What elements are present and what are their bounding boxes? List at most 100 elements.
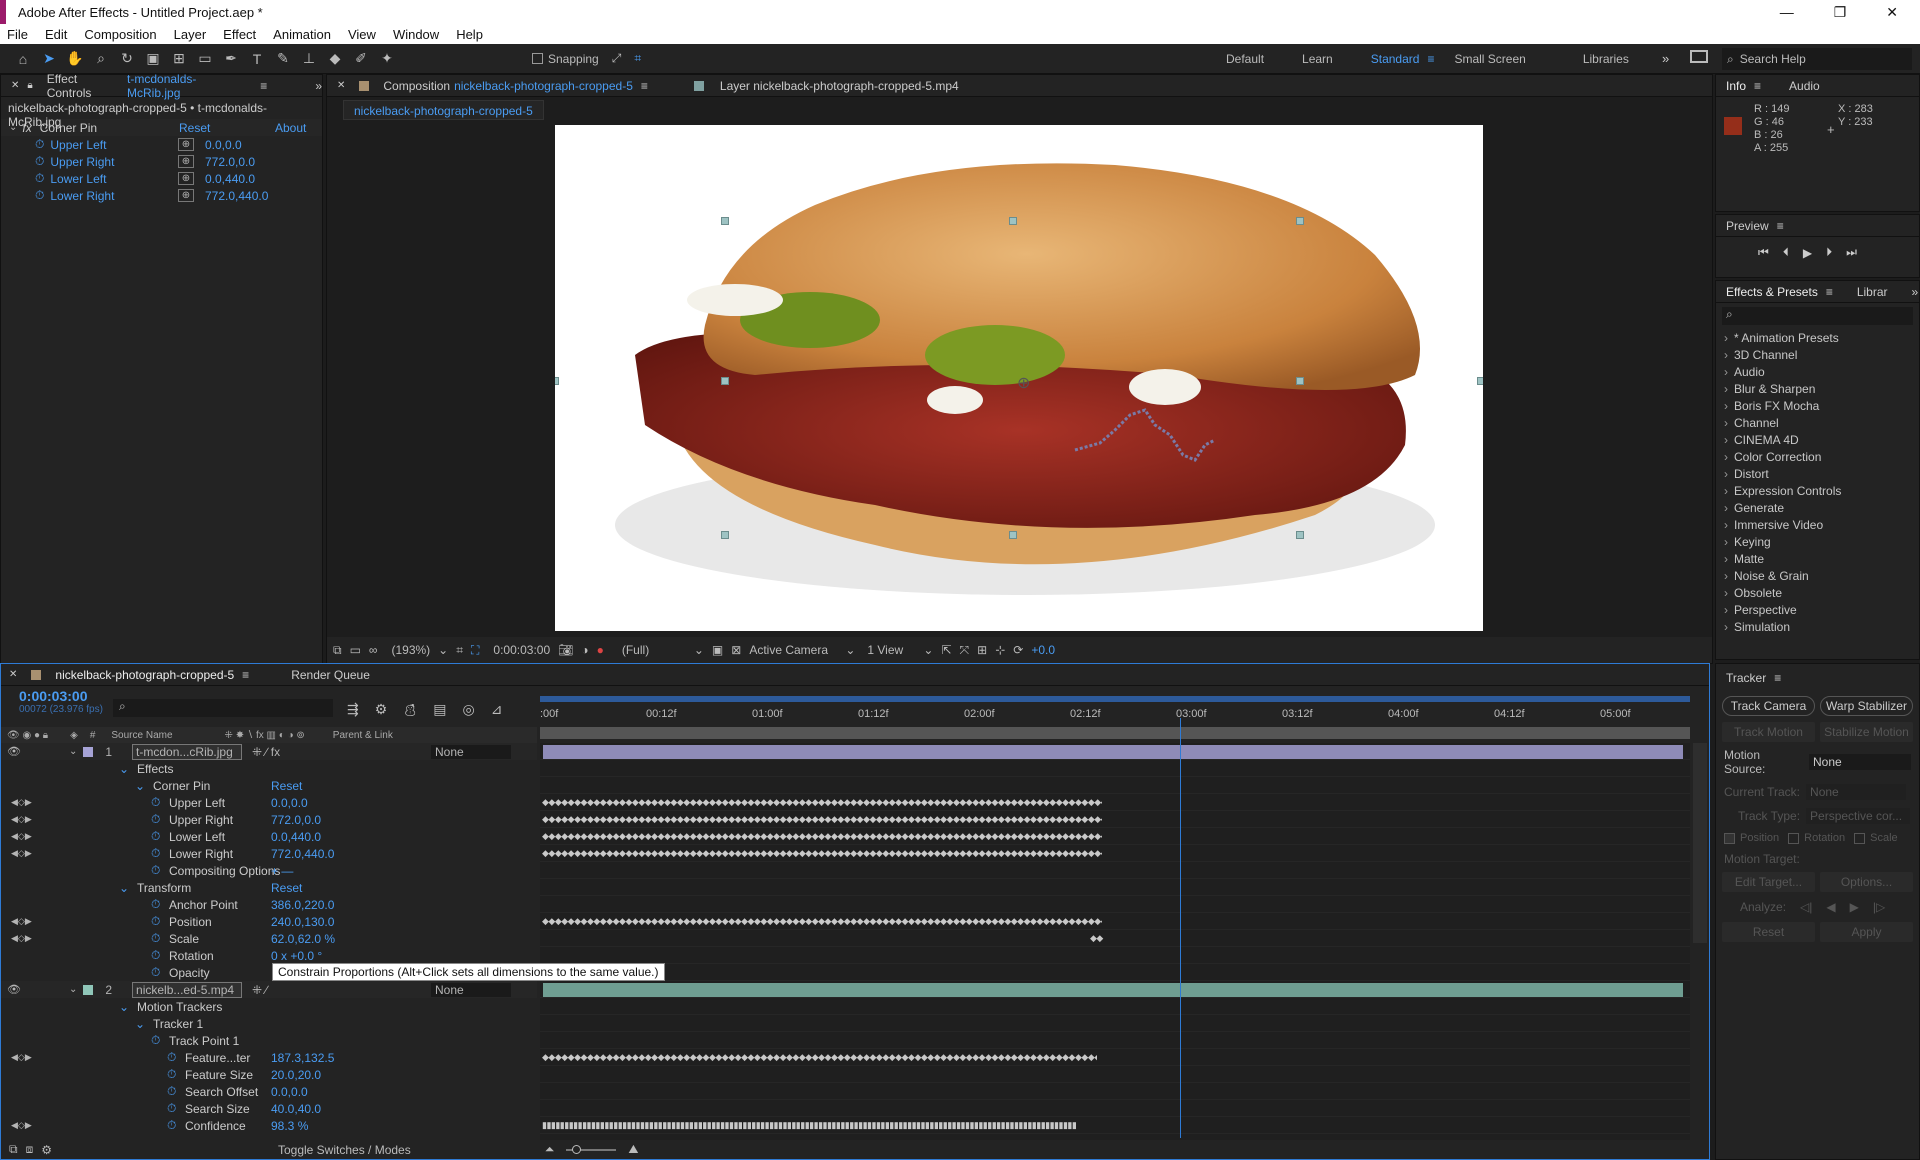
keyframe-nav-icon[interactable]: ◀◇▶ — [11, 933, 32, 944]
effects-category[interactable]: Color Correction — [1724, 448, 1919, 465]
composition-tab-label[interactable]: Composition — [383, 79, 450, 93]
keyframe-nav-icon[interactable]: ◀◇▶ — [11, 814, 32, 825]
expand-time-icon[interactable]: ⚙ — [41, 1143, 52, 1157]
effects-category[interactable]: Audio — [1724, 363, 1919, 380]
property-row[interactable]: ◀◇▶ ⏱ Position 240.0,130.0 — [1, 913, 537, 930]
effects-category[interactable]: CINEMA 4D — [1724, 431, 1919, 448]
home-icon[interactable]: ⌂ — [12, 48, 34, 70]
effect-about-button[interactable]: About — [275, 121, 306, 135]
close-icon[interactable]: ✕ — [1886, 4, 1898, 21]
effect-controls-layer-name[interactable]: t-mcdonalds-McRib.jpg — [127, 72, 246, 100]
time-ruler[interactable]: :00f 00:12f 01:00f 01:12f 02:00f 02:12f 03:00f… — [540, 694, 1690, 724]
menu-animation[interactable]: Animation — [273, 27, 331, 42]
keyframes-strip[interactable]: ◆◆◆◆◆◆◆◆◆◆◆◆◆◆◆◆◆◆◆◆◆◆◆◆◆◆◆◆◆◆◆◆◆◆◆◆◆◆◆◆… — [542, 848, 1102, 859]
effect-header-corner-pin[interactable]: ⌄ fx Corner Pin Reset About — [1, 119, 322, 136]
track-camera-button[interactable]: Track Camera — [1722, 696, 1815, 716]
effects-category[interactable]: Channel — [1724, 414, 1919, 431]
audio-tab[interactable]: Audio — [1789, 79, 1820, 93]
stopwatch-icon[interactable]: ⏱ — [151, 965, 160, 980]
property-value[interactable]: 772.0,440.0 — [271, 847, 334, 861]
tracker-reset-button[interactable]: Reset — [1722, 922, 1815, 942]
next-frame-icon[interactable]: ⏵ — [1826, 245, 1832, 260]
options-button[interactable]: Options... — [1820, 872, 1913, 892]
menu-effect[interactable]: Effect — [223, 27, 256, 42]
time-navigator[interactable] — [540, 727, 1690, 739]
stopwatch-icon[interactable]: ⏱ — [167, 1101, 176, 1116]
property-row[interactable]: ◀◇▶ ⏱ Upper Right 772.0,0.0 — [1, 811, 537, 828]
composition-mini-flowchart-icon[interactable]: ⇶ — [347, 701, 359, 718]
effects-category[interactable]: Keying — [1724, 533, 1919, 550]
info-menu-icon[interactable]: ≡ — [1754, 79, 1761, 93]
effects-category[interactable]: Matte — [1724, 550, 1919, 567]
composition-viewer[interactable]: ⊕ — [555, 125, 1483, 631]
stopwatch-icon[interactable]: ⏱ — [151, 931, 160, 946]
toggle-switches-modes[interactable]: Toggle Switches / Modes — [278, 1143, 411, 1157]
point-control-icon[interactable]: ⊕ — [178, 172, 194, 185]
current-time-indicator[interactable] — [1180, 718, 1181, 1138]
draft-3d-icon[interactable]: ⚙ — [375, 701, 388, 718]
effects-category[interactable]: Blur & Sharpen — [1724, 380, 1919, 397]
camera-dropdown-icon[interactable]: ⌄ — [845, 643, 855, 657]
close-tab-icon[interactable]: ✕ — [11, 80, 19, 91]
grid-icon[interactable]: ⌗ — [456, 643, 463, 658]
label-color[interactable] — [83, 746, 94, 757]
property-value[interactable]: 0.0,0.0 — [271, 1085, 308, 1099]
stopwatch-icon[interactable]: ⏱ — [151, 846, 160, 861]
menu-file[interactable]: File — [7, 27, 28, 42]
play-icon[interactable]: ▶ — [1803, 246, 1812, 260]
search-help-field[interactable]: ⌕ Search Help — [1722, 48, 1912, 70]
workspace-panel-icon[interactable] — [1690, 50, 1708, 63]
stopwatch-icon[interactable]: ⏱ — [151, 948, 160, 963]
property-row[interactable]: ⏱ Track Point 1 — [1, 1032, 537, 1049]
flowchart-icon[interactable]: ⊹ — [995, 643, 1005, 657]
property-value[interactable]: 20.0,20.0 — [271, 1068, 321, 1082]
property-value[interactable]: Reset — [271, 779, 302, 793]
stopwatch-icon[interactable]: ⌄ — [119, 881, 129, 895]
track-motion-button[interactable]: Track Motion — [1722, 722, 1815, 742]
property-row[interactable]: ⏱ Rotation 0 x +0.0 ° — [1, 947, 537, 964]
graph-editor-icon[interactable]: ⊿ — [491, 701, 503, 718]
property-row[interactable]: ⏱ Feature Size 20.0,20.0 — [1, 1066, 537, 1083]
analyze-backward-icon[interactable]: ◀ — [1826, 900, 1835, 914]
param-value[interactable]: 0.0,0.0 — [205, 138, 242, 152]
stopwatch-icon[interactable]: ⏱ — [35, 154, 44, 169]
roto-brush-tool-icon[interactable]: ✐ — [350, 48, 372, 70]
keyframes-strip[interactable]: ◆◆◆◆◆◆◆◆◆◆◆◆◆◆◆◆◆◆◆◆◆◆◆◆◆◆◆◆◆◆◆◆◆◆◆◆◆◆◆◆… — [542, 831, 1102, 842]
motion-blur-icon[interactable]: ◎ — [463, 701, 475, 718]
keyframes-strip[interactable]: ◆◆◆◆◆◆◆◆◆◆◆◆◆◆◆◆◆◆◆◆◆◆◆◆◆◆◆◆◆◆◆◆◆◆◆◆◆◆◆◆… — [542, 797, 1102, 808]
property-value[interactable]: 772.0,0.0 — [271, 813, 321, 827]
keyframes-strip[interactable]: ◆◆ — [1090, 933, 1110, 944]
analyze-forward-icon[interactable]: ▶ — [1850, 900, 1859, 914]
panel-overflow-icon[interactable]: » — [315, 79, 322, 93]
close-tab-icon[interactable]: ✕ — [337, 80, 345, 91]
time-scrollbar[interactable] — [1693, 743, 1707, 943]
effects-presets-tab[interactable]: Effects & Presets — [1726, 285, 1818, 299]
layer-row[interactable]: 👁︎ ⌄ 1 t-mcdon...cRib.jpg ⁜ ∕ fx None — [1, 743, 537, 760]
warp-stabilizer-button[interactable]: Warp Stabilizer — [1820, 696, 1913, 716]
effects-category[interactable]: Distort — [1724, 465, 1919, 482]
stopwatch-icon[interactable]: ⏱ — [151, 795, 160, 810]
property-value[interactable]: 240.0,130.0 — [271, 915, 334, 929]
property-row[interactable]: ◀◇▶ ⏱ Confidence 98.3 % — [1, 1117, 537, 1134]
menu-composition[interactable]: Composition — [84, 27, 156, 42]
hand-tool-icon[interactable]: ✋ — [64, 48, 86, 70]
property-row[interactable]: ◀◇▶ ⏱ Scale 62.0,62.0 % — [1, 930, 537, 947]
edit-target-button[interactable]: Edit Target... — [1722, 872, 1815, 892]
parent-select[interactable]: None — [431, 982, 511, 997]
property-row[interactable]: ⏱ Anchor Point 386.0,220.0 — [1, 896, 537, 913]
property-value[interactable]: 40.0,40.0 — [271, 1102, 321, 1116]
expand-layer-switches-icon[interactable]: ⧉ — [9, 1142, 18, 1157]
layer-duration-bar[interactable] — [543, 983, 1683, 997]
keyframes-strip[interactable]: ◆◆◆◆◆◆◆◆◆◆◆◆◆◆◆◆◆◆◆◆◆◆◆◆◆◆◆◆◆◆◆◆◆◆◆◆◆◆◆◆… — [542, 916, 1102, 927]
timeline-menu-icon[interactable]: ≡ — [242, 668, 249, 682]
effects-category[interactable]: Perspective — [1724, 601, 1919, 618]
point-control-icon[interactable]: ⊕ — [178, 155, 194, 168]
property-row[interactable]: ◀◇▶ ⏱ Feature...ter 187.3,132.5 — [1, 1049, 537, 1066]
menu-edit[interactable]: Edit — [45, 27, 67, 42]
monitor-icon[interactable]: ▭ — [350, 643, 361, 657]
rotate-tool-icon[interactable]: ↻ — [116, 48, 138, 70]
point-control-icon[interactable]: ⊕ — [178, 189, 194, 202]
layer-handle[interactable] — [555, 377, 559, 385]
property-value[interactable]: 0 x +0.0 ° — [271, 949, 322, 963]
keyframe-nav-icon[interactable]: ◀◇▶ — [11, 1120, 32, 1131]
